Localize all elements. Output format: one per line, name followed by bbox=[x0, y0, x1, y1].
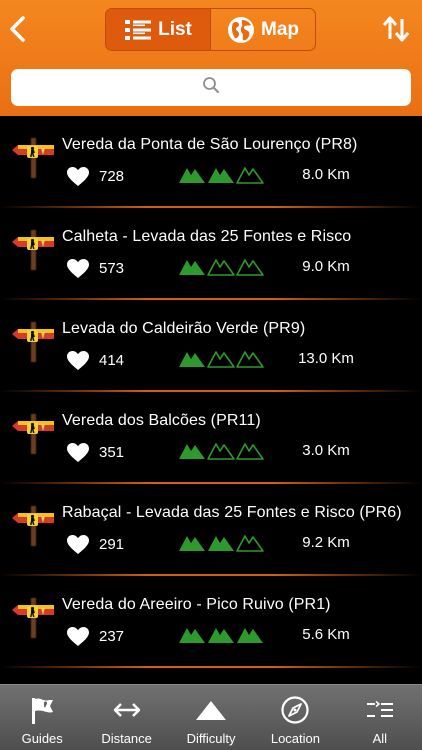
mountain-icon bbox=[195, 693, 227, 727]
likes-count: 291 bbox=[99, 536, 125, 553]
difficulty-mountains-icon bbox=[179, 628, 263, 643]
tab-all[interactable]: All bbox=[338, 685, 422, 750]
difficulty-mountains-icon bbox=[179, 167, 264, 184]
mountain-level-icon bbox=[207, 443, 235, 460]
trail-signpost-icon bbox=[12, 505, 54, 547]
search-input[interactable] bbox=[11, 69, 411, 106]
heart-icon[interactable] bbox=[66, 442, 90, 463]
route-row[interactable]: Vereda da Ponta de São Lourenço (PR8) 72… bbox=[0, 116, 422, 208]
difficulty-mountains-icon bbox=[179, 443, 264, 460]
top-bar: List Map bbox=[0, 0, 422, 116]
route-distance: 3.0 Km bbox=[302, 442, 350, 459]
mountain-level-icon bbox=[179, 168, 205, 183]
distance-arrows-icon bbox=[112, 693, 142, 727]
route-row[interactable]: Vereda do Areeiro - Pico Ruivo (PR1) 237… bbox=[0, 576, 422, 668]
mountain-level-icon bbox=[179, 352, 205, 367]
sort-button[interactable] bbox=[382, 15, 410, 43]
back-button[interactable] bbox=[6, 14, 30, 44]
likes: 237 bbox=[66, 626, 124, 647]
route-distance: 13.0 Km bbox=[298, 350, 354, 367]
mountain-level-icon bbox=[236, 351, 264, 368]
list-icon bbox=[124, 19, 152, 41]
route-name: Levada do Caldeirão Verde (PR9) bbox=[62, 320, 306, 337]
route-distance: 9.0 Km bbox=[302, 258, 350, 275]
tab-distance[interactable]: Distance bbox=[84, 685, 168, 750]
route-row[interactable]: Calheta - Levada das 25 Fontes e Risco 5… bbox=[0, 208, 422, 300]
tab-list[interactable]: List bbox=[106, 9, 210, 50]
mountain-level-icon bbox=[179, 444, 205, 459]
heart-icon[interactable] bbox=[66, 534, 90, 555]
mountain-level-icon bbox=[207, 351, 235, 368]
tab-location-label: Location bbox=[270, 731, 320, 746]
likes: 728 bbox=[66, 166, 124, 187]
tab-map[interactable]: Map bbox=[210, 9, 315, 50]
likes-count: 573 bbox=[99, 260, 125, 277]
sort-arrows-icon bbox=[382, 16, 410, 42]
tab-all-label: All bbox=[372, 731, 388, 746]
mountain-level-icon bbox=[207, 259, 235, 276]
mountain-level-icon bbox=[179, 628, 205, 643]
trail-signpost-icon bbox=[12, 321, 54, 363]
bottom-tab-bar: Guides Distance Difficulty Location All bbox=[0, 684, 422, 750]
route-name: Calheta - Levada das 25 Fontes e Risco bbox=[62, 228, 352, 245]
likes-count: 414 bbox=[99, 352, 125, 369]
chevron-left-icon bbox=[10, 16, 25, 42]
trail-signpost-icon bbox=[12, 597, 54, 639]
mountain-level-icon bbox=[179, 536, 205, 551]
tab-guides[interactable]: Guides bbox=[0, 685, 84, 750]
likes: 351 bbox=[66, 442, 124, 463]
route-row[interactable]: Rabaçal - Levada das 25 Fontes e Risco (… bbox=[0, 484, 422, 576]
heart-icon[interactable] bbox=[66, 258, 90, 279]
route-distance: 8.0 Km bbox=[302, 166, 350, 183]
difficulty-mountains-icon bbox=[179, 535, 264, 552]
trail-signpost-icon bbox=[12, 137, 54, 179]
mountain-level-icon bbox=[236, 535, 264, 552]
route-name: Vereda da Ponta de São Lourenço (PR8) bbox=[62, 136, 358, 153]
mountain-level-icon bbox=[208, 536, 234, 551]
row-divider bbox=[0, 666, 422, 668]
trail-signpost-icon bbox=[12, 229, 54, 271]
mountain-level-icon bbox=[236, 259, 264, 276]
heart-icon[interactable] bbox=[66, 350, 90, 371]
mountain-level-icon bbox=[237, 628, 263, 643]
mountain-level-icon bbox=[208, 628, 234, 643]
difficulty-mountains-icon bbox=[179, 259, 264, 276]
route-distance: 5.6 Km bbox=[302, 626, 350, 643]
tab-map-label: Map bbox=[261, 18, 299, 40]
route-list: Vereda da Ponta de São Lourenço (PR8) 72… bbox=[0, 116, 422, 684]
flag-icon bbox=[27, 693, 57, 727]
likes: 414 bbox=[66, 350, 124, 371]
list-all-icon bbox=[365, 693, 395, 727]
route-row[interactable]: Vereda dos Balcões (PR11) 351 3.0 Km bbox=[0, 392, 422, 484]
likes-count: 351 bbox=[99, 444, 125, 461]
tab-list-label: List bbox=[158, 18, 192, 40]
search-bar bbox=[11, 69, 411, 106]
view-toggle: List Map bbox=[105, 8, 316, 51]
route-name: Vereda dos Balcões (PR11) bbox=[62, 412, 261, 429]
tab-difficulty[interactable]: Difficulty bbox=[169, 685, 253, 750]
route-distance: 9.2 Km bbox=[302, 534, 350, 551]
mountain-level-icon bbox=[208, 168, 234, 183]
tab-distance-label: Distance bbox=[101, 731, 152, 746]
tab-location[interactable]: Location bbox=[253, 685, 337, 750]
likes-count: 728 bbox=[99, 168, 125, 185]
trail-signpost-icon bbox=[12, 413, 54, 455]
route-row[interactable]: Levada do Caldeirão Verde (PR9) 414 13.0… bbox=[0, 300, 422, 392]
mountain-level-icon bbox=[236, 443, 264, 460]
likes: 573 bbox=[66, 258, 124, 279]
likes: 291 bbox=[66, 534, 124, 555]
mountain-level-icon bbox=[179, 260, 205, 275]
heart-icon[interactable] bbox=[66, 166, 90, 187]
tab-difficulty-label: Difficulty bbox=[186, 731, 236, 746]
route-name: Rabaçal - Levada das 25 Fontes e Risco (… bbox=[62, 504, 402, 521]
heart-icon[interactable] bbox=[66, 626, 90, 647]
globe-icon bbox=[227, 16, 255, 44]
mountain-level-icon bbox=[236, 167, 264, 184]
difficulty-mountains-icon bbox=[179, 351, 264, 368]
compass-icon bbox=[280, 693, 310, 727]
likes-count: 237 bbox=[99, 628, 125, 645]
tab-guides-label: Guides bbox=[21, 731, 63, 746]
route-name: Vereda do Areeiro - Pico Ruivo (PR1) bbox=[62, 596, 331, 613]
